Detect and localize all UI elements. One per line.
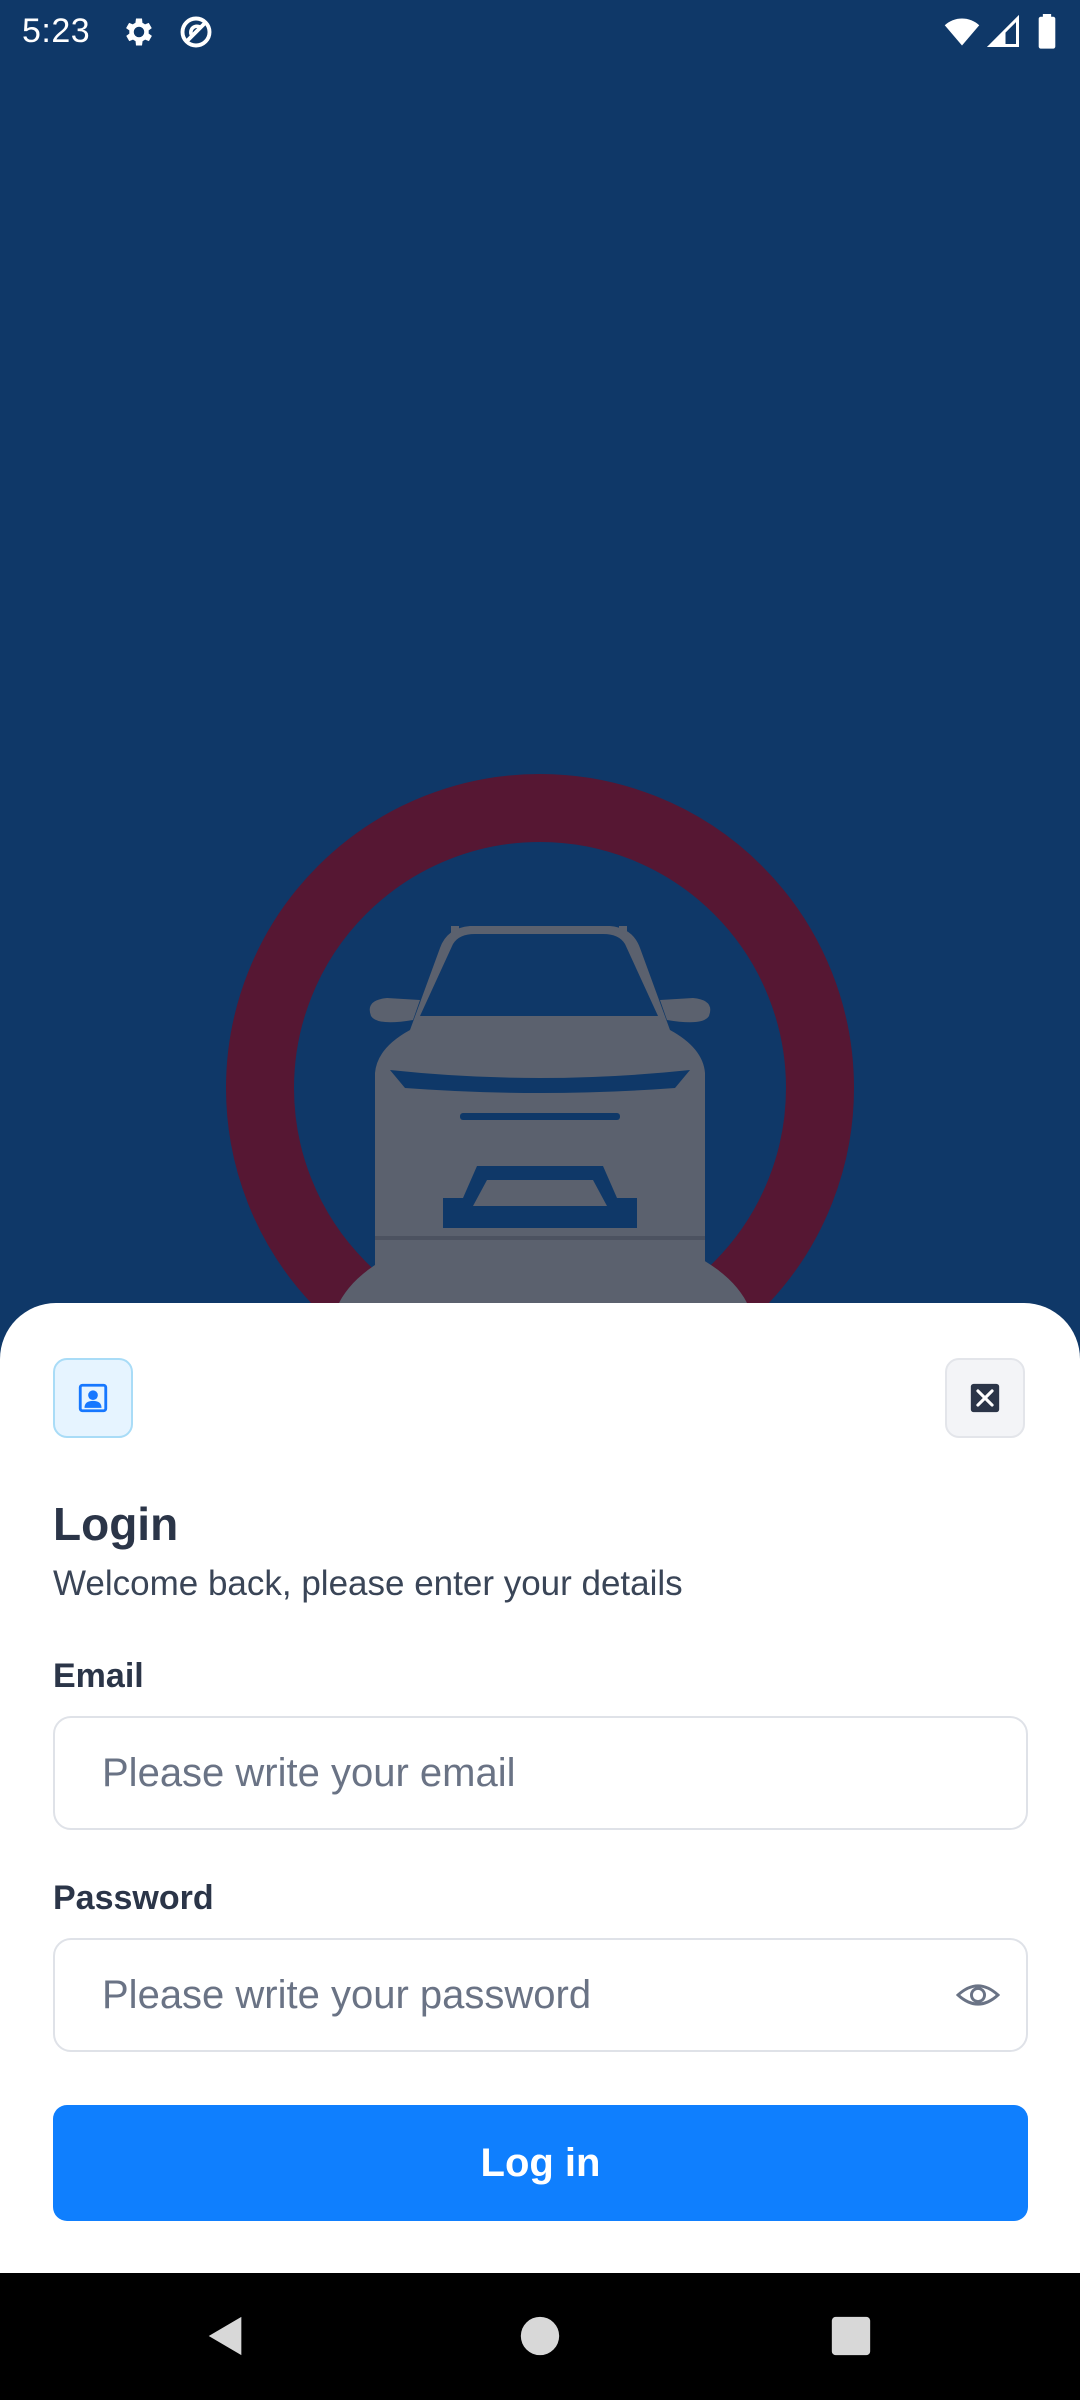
eye-icon[interactable] bbox=[956, 1975, 1000, 2015]
page-subtitle: Welcome back, please enter your details bbox=[53, 1564, 683, 1603]
password-field[interactable] bbox=[102, 1940, 952, 2050]
navigation-bar bbox=[0, 2273, 1080, 2400]
wifi-icon bbox=[944, 14, 980, 50]
email-field-container bbox=[53, 1716, 1028, 1830]
close-icon bbox=[968, 1381, 1002, 1415]
email-label: Email bbox=[53, 1657, 144, 1695]
status-time: 5:23 bbox=[22, 12, 91, 50]
battery-icon bbox=[1034, 14, 1060, 50]
home-icon[interactable] bbox=[517, 2313, 563, 2359]
password-field-container bbox=[53, 1938, 1028, 2052]
settings-icon bbox=[121, 14, 157, 50]
cell-signal-icon bbox=[986, 14, 1022, 50]
login-screen: 5:23 Login Welcome back, please enter yo… bbox=[0, 0, 1080, 2400]
login-sheet: Login Welcome back, please enter your de… bbox=[0, 1303, 1080, 2273]
do-not-disturb-icon bbox=[178, 14, 214, 50]
close-button[interactable] bbox=[945, 1358, 1025, 1438]
back-icon[interactable] bbox=[203, 2313, 249, 2359]
profile-picture-button[interactable] bbox=[53, 1358, 133, 1438]
recents-icon[interactable] bbox=[828, 2313, 874, 2359]
profile-picture-icon bbox=[76, 1381, 110, 1415]
password-label: Password bbox=[53, 1879, 214, 1917]
email-field[interactable] bbox=[102, 1718, 952, 1828]
page-title: Login bbox=[53, 1498, 179, 1550]
login-button[interactable]: Log in bbox=[53, 2105, 1028, 2221]
status-bar: 5:23 bbox=[0, 0, 1080, 64]
